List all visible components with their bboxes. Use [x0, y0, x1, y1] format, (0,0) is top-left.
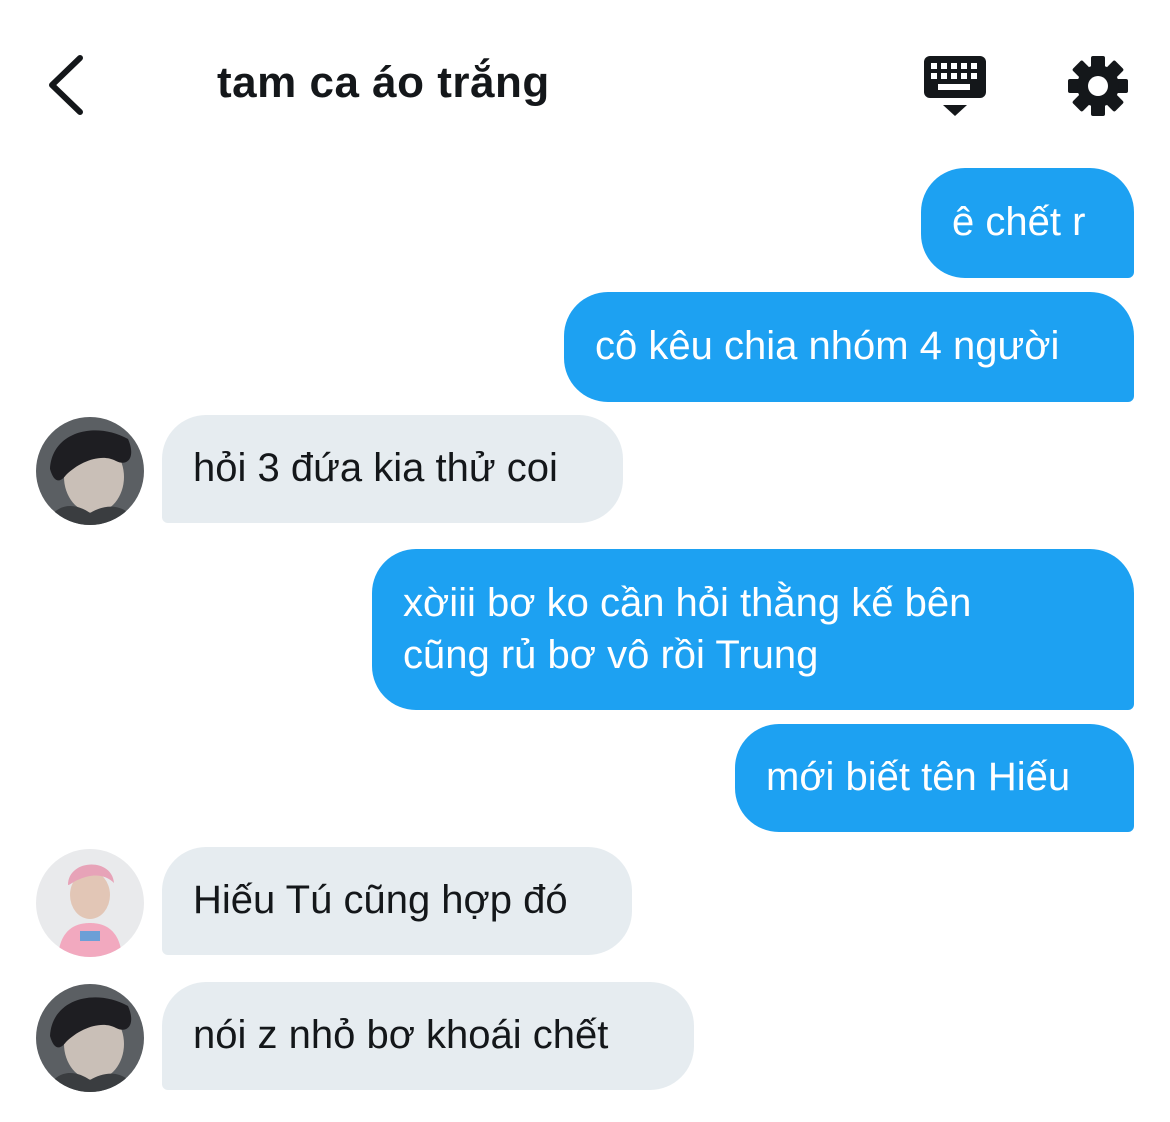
message-bubble-outgoing[interactable]: cô kêu chia nhóm 4 người — [564, 292, 1134, 402]
avatar[interactable] — [36, 849, 144, 957]
conversation-header: tam ca áo trắng — [0, 0, 1170, 160]
message-text: ê chết r — [952, 200, 1086, 244]
message-text-line: cũng rủ bơ vô rồi Trung — [403, 633, 819, 677]
message-text-line: xờiii bơ ko cần hỏi thằng kế bên — [403, 581, 972, 625]
back-button[interactable] — [40, 50, 100, 120]
message-bubble-outgoing[interactable]: xờiii bơ ko cần hỏi thằng kế bên cũng rủ… — [372, 549, 1134, 710]
message-text: cô kêu chia nhóm 4 người — [595, 324, 1060, 368]
message-bubble-outgoing[interactable]: ê chết r — [921, 168, 1134, 278]
avatar-dark-hair-icon — [36, 417, 144, 525]
avatar[interactable] — [36, 984, 144, 1092]
message-text: nói z nhỏ bơ khoái chết — [193, 1013, 609, 1057]
avatar[interactable] — [36, 417, 144, 525]
settings-button[interactable] — [1066, 54, 1130, 118]
gear-icon — [1068, 56, 1128, 116]
message-bubble-outgoing[interactable]: mới biết tên Hiếu — [735, 724, 1134, 832]
message-bubble-incoming[interactable]: hỏi 3 đứa kia thử coi — [162, 415, 623, 523]
keyboard-toggle-button[interactable] — [920, 52, 990, 122]
avatar-dark-hair-icon — [36, 984, 144, 1092]
keyboard-icon — [924, 56, 986, 116]
avatar-pink-hair-icon — [36, 849, 144, 957]
message-text: hỏi 3 đứa kia thử coi — [193, 446, 558, 490]
message-text: Hiếu Tú cũng hợp đó — [193, 878, 568, 922]
message-bubble-incoming[interactable]: Hiếu Tú cũng hợp đó — [162, 847, 632, 955]
message-text: mới biết tên Hiếu — [766, 755, 1071, 799]
chevron-left-icon — [49, 55, 83, 115]
message-bubble-incoming[interactable]: nói z nhỏ bơ khoái chết — [162, 982, 694, 1090]
conversation-title: tam ca áo trắng — [217, 58, 550, 107]
